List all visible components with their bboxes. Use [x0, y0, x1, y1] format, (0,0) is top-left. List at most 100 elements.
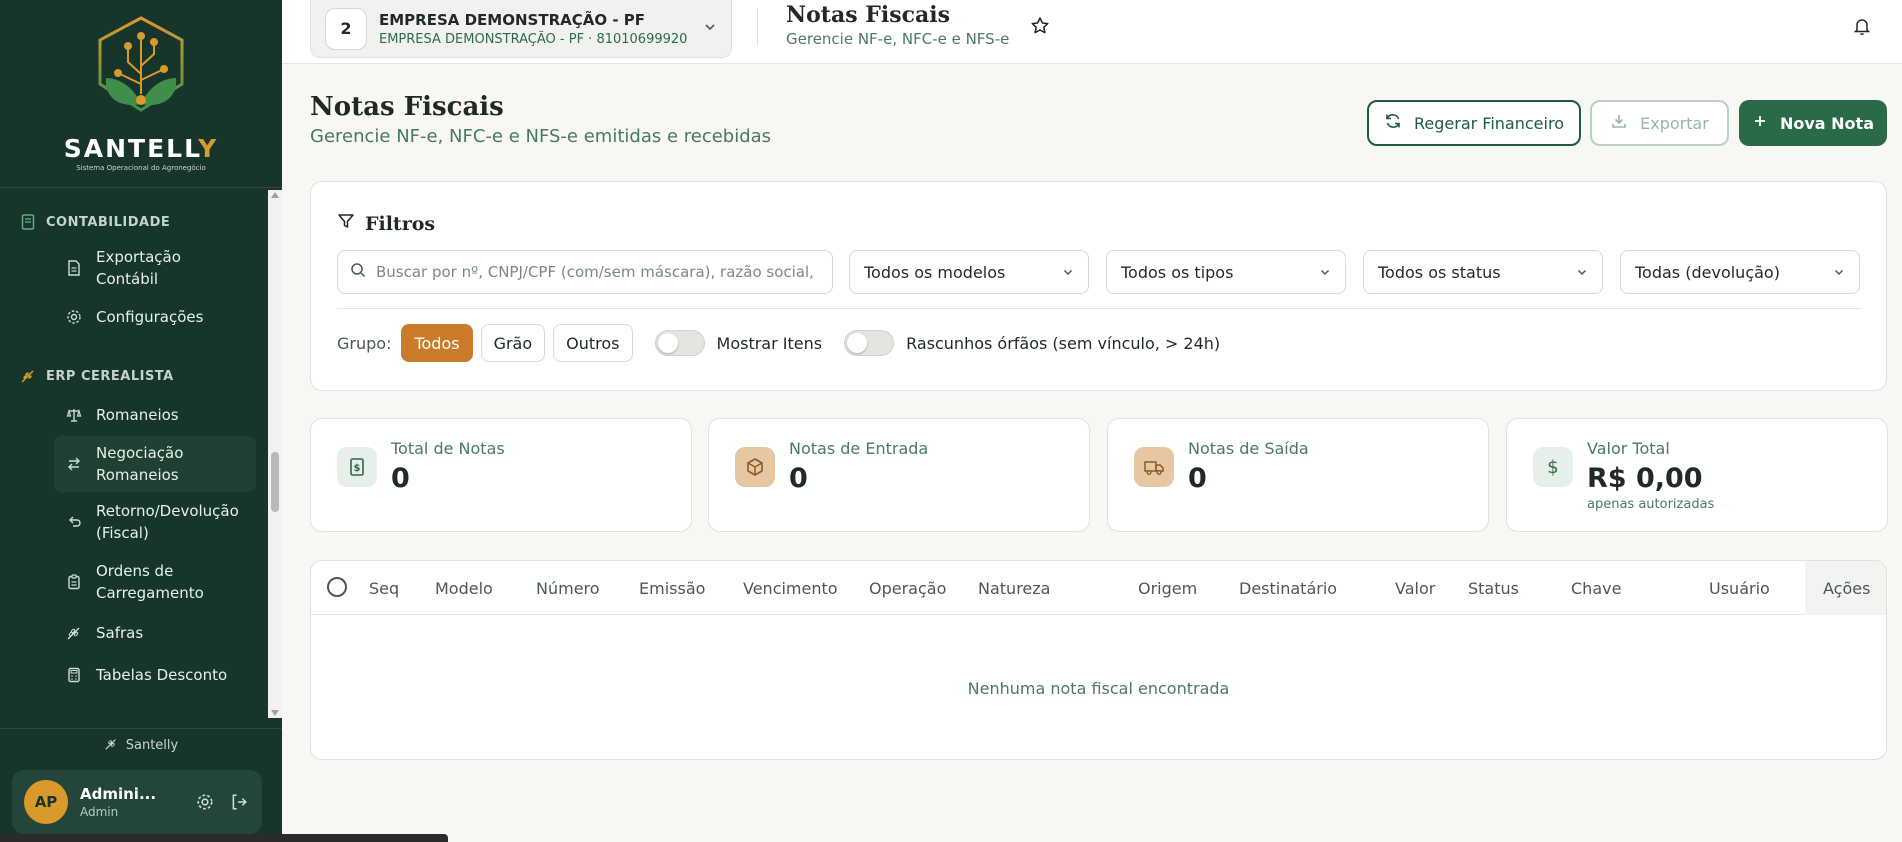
column-header-chave[interactable]: Chave	[1571, 561, 1621, 615]
group-chip-todos[interactable]: Todos	[401, 324, 473, 362]
topbar: 2 EMPRESA DEMONSTRAÇÃO - PF EMPRESA DEMO…	[282, 0, 1902, 64]
sidebar: SANTELLY Sistema Operacional do Agronegó…	[0, 0, 282, 842]
wheat-icon	[66, 625, 82, 641]
sidebar-item-label: Ordens de Carregamento	[96, 562, 204, 602]
scrollbar-thumb[interactable]	[271, 452, 279, 512]
column-header-emissao[interactable]: Emissão	[639, 561, 705, 615]
section-contabilidade[interactable]: CONTABILIDADE	[0, 204, 268, 240]
stat-value: 0	[391, 463, 410, 494]
mostrar-itens-toggle[interactable]	[654, 330, 705, 356]
scale-icon	[66, 407, 82, 423]
modelo-select[interactable]: Todos os modelos	[849, 250, 1089, 294]
chevron-down-icon	[1576, 263, 1588, 282]
search-field[interactable]	[337, 250, 833, 294]
divider	[337, 308, 1861, 309]
sidebar-item-label: Romaneios	[96, 406, 179, 424]
wheat-icon	[104, 737, 118, 755]
scroll-down-icon[interactable]	[271, 710, 279, 716]
toggle-label: Mostrar Itens	[716, 333, 823, 353]
wheat-icon	[20, 368, 36, 384]
sidebar-item-label: Configurações	[96, 308, 204, 326]
sidebar-item-label: Retorno/Devolução (Fiscal)	[96, 502, 239, 542]
search-icon	[350, 262, 366, 282]
bell-icon[interactable]	[1852, 16, 1874, 38]
table-header: Seq Modelo Número Emissão Vencimento Ope…	[311, 561, 1886, 615]
search-input[interactable]	[376, 263, 820, 281]
sidebar-footer: Santelly	[0, 728, 282, 762]
download-icon	[1610, 112, 1628, 134]
column-header-operacao[interactable]: Operação	[869, 561, 946, 615]
filter-funnel-icon	[337, 212, 355, 235]
column-header-modelo[interactable]: Modelo	[435, 561, 493, 615]
gear-icon	[66, 309, 82, 325]
page-header: Notas Fiscais Gerencie NF-e, NFC-e e NFS…	[310, 92, 771, 147]
status-tooltip	[0, 834, 448, 842]
sidebar-item-tabelas-desconto[interactable]: Tabelas Desconto	[0, 654, 268, 696]
topbar-subtitle: Gerencie NF-e, NFC-e e NFS-e	[786, 30, 1010, 48]
filters-title-text: Filtros	[365, 212, 436, 235]
exportar-button[interactable]: Exportar	[1590, 100, 1729, 146]
chevron-down-icon	[703, 19, 717, 38]
button-label: Exportar	[1640, 113, 1709, 133]
stat-sublabel: apenas autorizadas	[1587, 497, 1715, 512]
devolucao-select[interactable]: Todas (devolução)	[1620, 250, 1860, 294]
return-icon	[66, 514, 82, 530]
status-select[interactable]: Todos os status	[1363, 250, 1603, 294]
logo-mark-icon	[98, 16, 184, 112]
sidebar-item-exportacao-contabil[interactable]: Exportação Contábil	[0, 240, 268, 296]
scroll-up-icon[interactable]	[271, 192, 279, 198]
sidebar-item-negociacao-romaneios[interactable]: Negociação Romaneios	[54, 436, 256, 492]
avatar[interactable]: AP	[24, 780, 68, 824]
column-header-usuario[interactable]: Usuário	[1709, 561, 1770, 615]
sidebar-item-safras[interactable]: Safras	[0, 612, 268, 654]
company-selector[interactable]: 2 EMPRESA DEMONSTRAÇÃO - PF EMPRESA DEMO…	[310, 0, 732, 58]
column-header-natureza[interactable]: Natureza	[978, 561, 1050, 615]
select-value: Todas (devolução)	[1635, 262, 1780, 282]
svg-text:$: $	[1547, 457, 1558, 477]
filters-title: Filtros	[337, 212, 435, 235]
plus-icon	[1752, 113, 1768, 133]
select-all-checkbox[interactable]	[327, 577, 347, 597]
regerar-financeiro-button[interactable]: Regerar Financeiro	[1367, 100, 1581, 146]
sidebar-scrollbar[interactable]	[268, 190, 282, 718]
column-header-destinatario[interactable]: Destinatário	[1239, 561, 1337, 615]
calculator-icon	[66, 667, 82, 683]
user-name: Admini...	[80, 785, 157, 803]
section-title: CONTABILIDADE	[46, 214, 171, 230]
stat-card-valor-total: $ Valor Total R$ 0,00 apenas autorizadas	[1506, 418, 1888, 532]
notas-table: Seq Modelo Número Emissão Vencimento Ope…	[310, 560, 1887, 760]
brand-logo[interactable]: SANTELLY Sistema Operacional do Agronegó…	[0, 0, 282, 188]
ledger-icon	[20, 214, 36, 230]
company-detail: EMPRESA DEMONSTRAÇÃO - PF · 81010699920	[379, 31, 688, 47]
sidebar-nav: CONTABILIDADE Exportação Contábil Config…	[0, 190, 268, 718]
rascunhos-orfaos-toggle[interactable]	[844, 330, 895, 356]
button-label: Nova Nota	[1779, 113, 1874, 133]
stat-card-notas-entrada: Notas de Entrada 0	[708, 418, 1090, 532]
tipo-select[interactable]: Todos os tipos	[1106, 250, 1346, 294]
group-label: Grupo:	[337, 333, 392, 353]
column-header-status[interactable]: Status	[1468, 561, 1519, 615]
company-code-badge: 2	[325, 7, 367, 50]
chevron-down-icon	[1833, 263, 1845, 282]
logout-icon[interactable]	[228, 791, 250, 813]
truck-icon	[1134, 447, 1174, 487]
column-header-valor[interactable]: Valor	[1395, 561, 1435, 615]
sidebar-item-ordens-carregamento[interactable]: Ordens de Carregamento	[0, 552, 268, 612]
group-chip-grao[interactable]: Grão	[480, 324, 546, 362]
group-chip-outros[interactable]: Outros	[553, 324, 633, 362]
sidebar-item-configuracoes[interactable]: Configurações	[0, 296, 268, 338]
select-value: Todos os tipos	[1121, 262, 1234, 282]
favorite-star-icon[interactable]	[1030, 16, 1052, 38]
column-header-numero[interactable]: Número	[536, 561, 600, 615]
sidebar-item-romaneios[interactable]: Romaneios	[0, 394, 268, 436]
column-header-seq[interactable]: Seq	[369, 561, 399, 615]
section-erp-cerealista[interactable]: ERP CEREALISTA	[0, 358, 268, 394]
user-settings-gear-icon[interactable]	[194, 791, 216, 813]
column-header-vencimento[interactable]: Vencimento	[743, 561, 838, 615]
sidebar-item-retorno-devolucao[interactable]: Retorno/Devolução (Fiscal)	[0, 492, 268, 552]
nova-nota-button[interactable]: Nova Nota	[1739, 100, 1887, 146]
stat-value: 0	[1188, 463, 1207, 494]
column-header-origem[interactable]: Origem	[1138, 561, 1197, 615]
filters-panel: Filtros Todos os modelos Todos os tipos …	[310, 181, 1887, 391]
user-card: AP Admini... Admin	[12, 770, 262, 834]
